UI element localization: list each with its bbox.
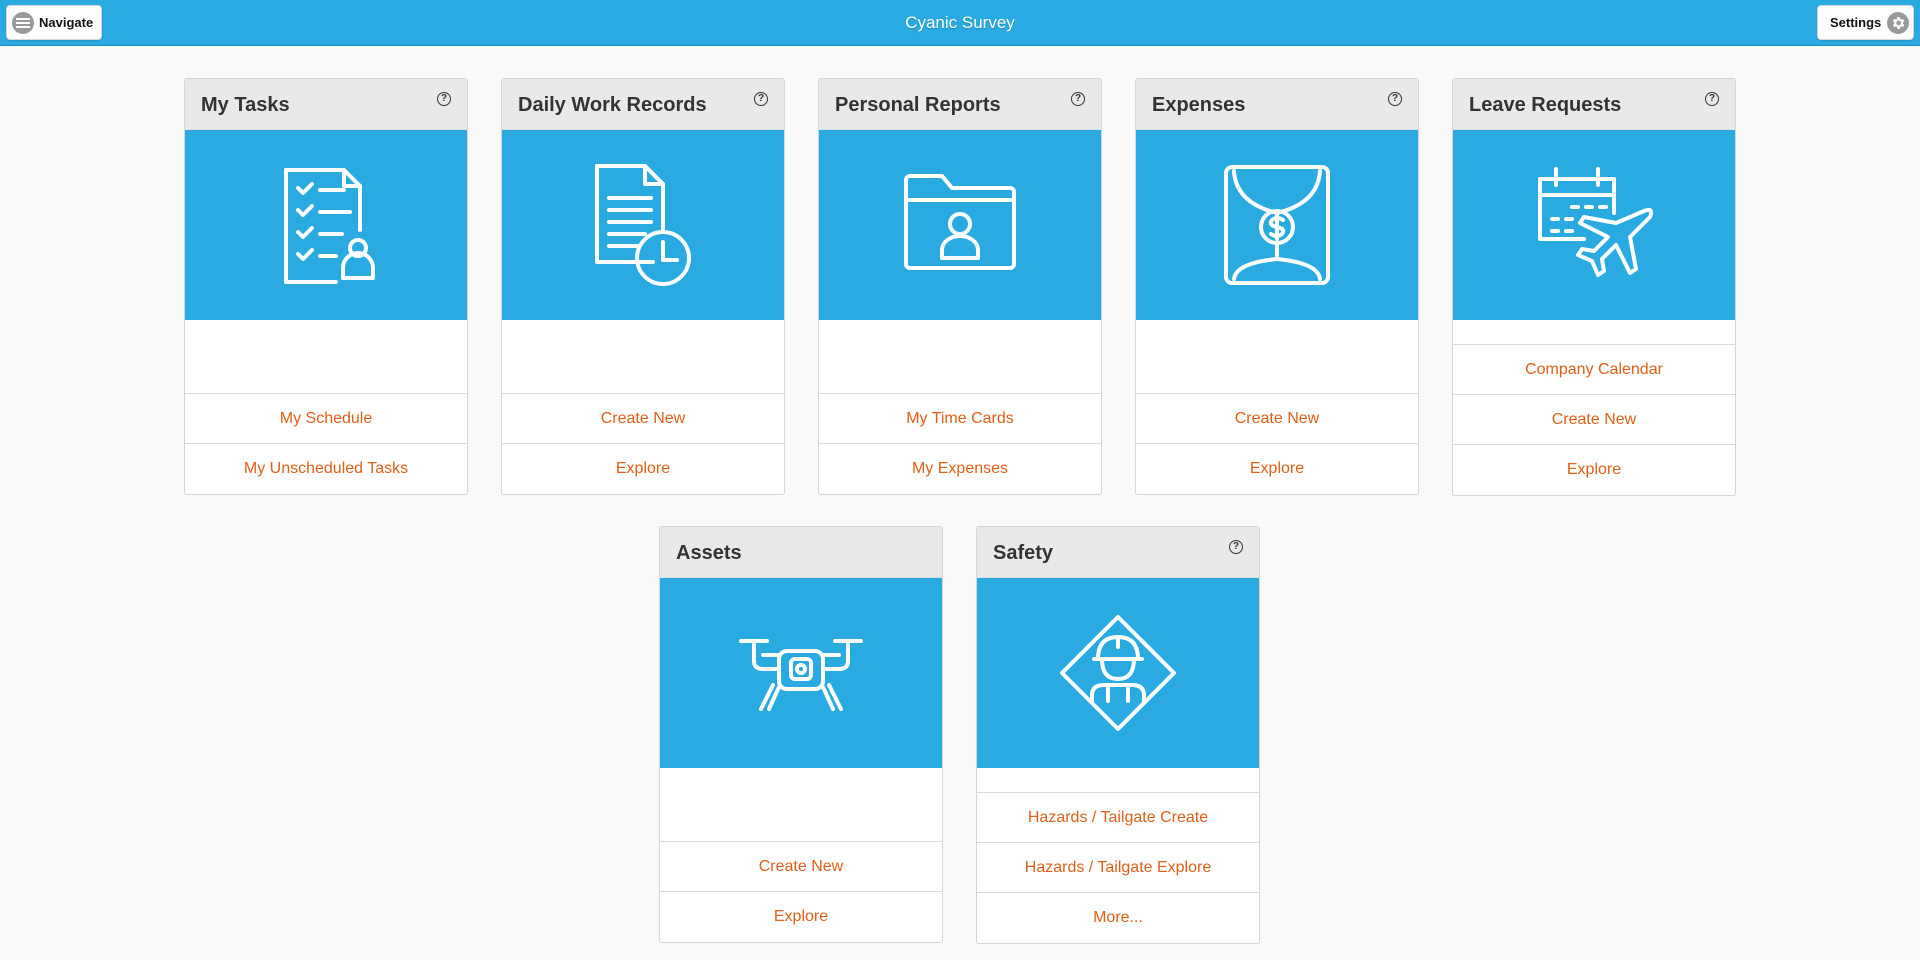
tile-leave-requests: Leave Requests ? Company Calendar Create… bbox=[1452, 78, 1736, 496]
create-new-link[interactable]: Create New bbox=[1136, 394, 1418, 444]
construction-worker-sign-icon bbox=[1060, 615, 1176, 731]
drone-icon bbox=[739, 639, 863, 711]
task-checklist-user-icon bbox=[284, 168, 375, 284]
tile-title: Safety bbox=[993, 542, 1054, 564]
my-expenses-link[interactable]: My Expenses bbox=[819, 444, 1101, 494]
explore-link[interactable]: Explore bbox=[1136, 444, 1418, 494]
tile-header: Leave Requests ? bbox=[1453, 79, 1735, 130]
explore-link[interactable]: Explore bbox=[1453, 445, 1735, 495]
tile-image[interactable] bbox=[660, 578, 942, 768]
help-icon[interactable]: ? bbox=[437, 92, 451, 106]
tile-title: Personal Reports bbox=[835, 94, 1001, 116]
my-unscheduled-tasks-link[interactable]: My Unscheduled Tasks bbox=[185, 444, 467, 494]
tile-header: Expenses ? bbox=[1136, 79, 1418, 130]
tile-assets: Assets Create New Explore bbox=[659, 526, 943, 943]
hazards-tailgate-create-link[interactable]: Hazards / Tailgate Create bbox=[977, 793, 1259, 843]
help-icon[interactable]: ? bbox=[1229, 540, 1243, 554]
tile-image[interactable] bbox=[1136, 130, 1418, 320]
tile-header: Assets bbox=[660, 527, 942, 578]
tile-my-tasks: My Tasks ? My Schedule My Unscheduled Ta… bbox=[184, 78, 468, 495]
document-clock-icon bbox=[595, 164, 691, 286]
app-title: Cyanic Survey bbox=[905, 13, 1015, 32]
more-link[interactable]: More... bbox=[977, 893, 1259, 943]
tile-safety: Safety ? Hazards / Tailgate Create Hazar… bbox=[976, 526, 1260, 944]
help-icon[interactable]: ? bbox=[1705, 92, 1719, 106]
create-new-link[interactable]: Create New bbox=[660, 842, 942, 892]
tile-image[interactable] bbox=[502, 130, 784, 320]
dollar-envelope-icon bbox=[1224, 165, 1330, 285]
tile-daily-work-records: Daily Work Records ? Create New Explore bbox=[501, 78, 785, 495]
settings-label: Settings bbox=[1830, 15, 1882, 30]
tile-expenses: Expenses ? Create New Explore bbox=[1135, 78, 1419, 495]
user-folder-icon bbox=[904, 174, 1016, 270]
tile-image[interactable] bbox=[977, 578, 1259, 768]
tile-title: Expenses bbox=[1152, 94, 1246, 116]
help-icon[interactable]: ? bbox=[1388, 92, 1402, 106]
create-new-link[interactable]: Create New bbox=[1453, 395, 1735, 445]
tile-title: My Tasks bbox=[201, 94, 290, 116]
tile-header: My Tasks ? bbox=[185, 79, 467, 130]
create-new-link[interactable]: Create New bbox=[502, 394, 784, 444]
settings-button[interactable]: Settings bbox=[1817, 5, 1914, 40]
tile-header: Daily Work Records ? bbox=[502, 79, 784, 130]
gear-icon bbox=[1887, 11, 1910, 34]
tile-header: Personal Reports ? bbox=[819, 79, 1101, 130]
tile-image[interactable] bbox=[819, 130, 1101, 320]
calendar-airplane-icon bbox=[1538, 167, 1654, 277]
hazards-tailgate-explore-link[interactable]: Hazards / Tailgate Explore bbox=[977, 843, 1259, 893]
tile-image[interactable] bbox=[1453, 130, 1735, 320]
tile-title: Daily Work Records bbox=[518, 94, 707, 116]
explore-link[interactable]: Explore bbox=[660, 892, 942, 942]
tile-personal-reports: Personal Reports ? My Time Cards My Expe… bbox=[818, 78, 1102, 495]
tile-title: Leave Requests bbox=[1469, 94, 1622, 116]
explore-link[interactable]: Explore bbox=[502, 444, 784, 494]
top-bar: Navigate Cyanic Survey Settings bbox=[0, 0, 1920, 46]
tile-image[interactable] bbox=[185, 130, 467, 320]
help-icon[interactable]: ? bbox=[754, 92, 768, 106]
my-schedule-link[interactable]: My Schedule bbox=[185, 394, 467, 444]
tile-title: Assets bbox=[676, 542, 742, 564]
company-calendar-link[interactable]: Company Calendar bbox=[1453, 345, 1735, 395]
help-icon[interactable]: ? bbox=[1071, 92, 1085, 106]
my-time-cards-link[interactable]: My Time Cards bbox=[819, 394, 1101, 444]
tile-header: Safety ? bbox=[977, 527, 1259, 578]
